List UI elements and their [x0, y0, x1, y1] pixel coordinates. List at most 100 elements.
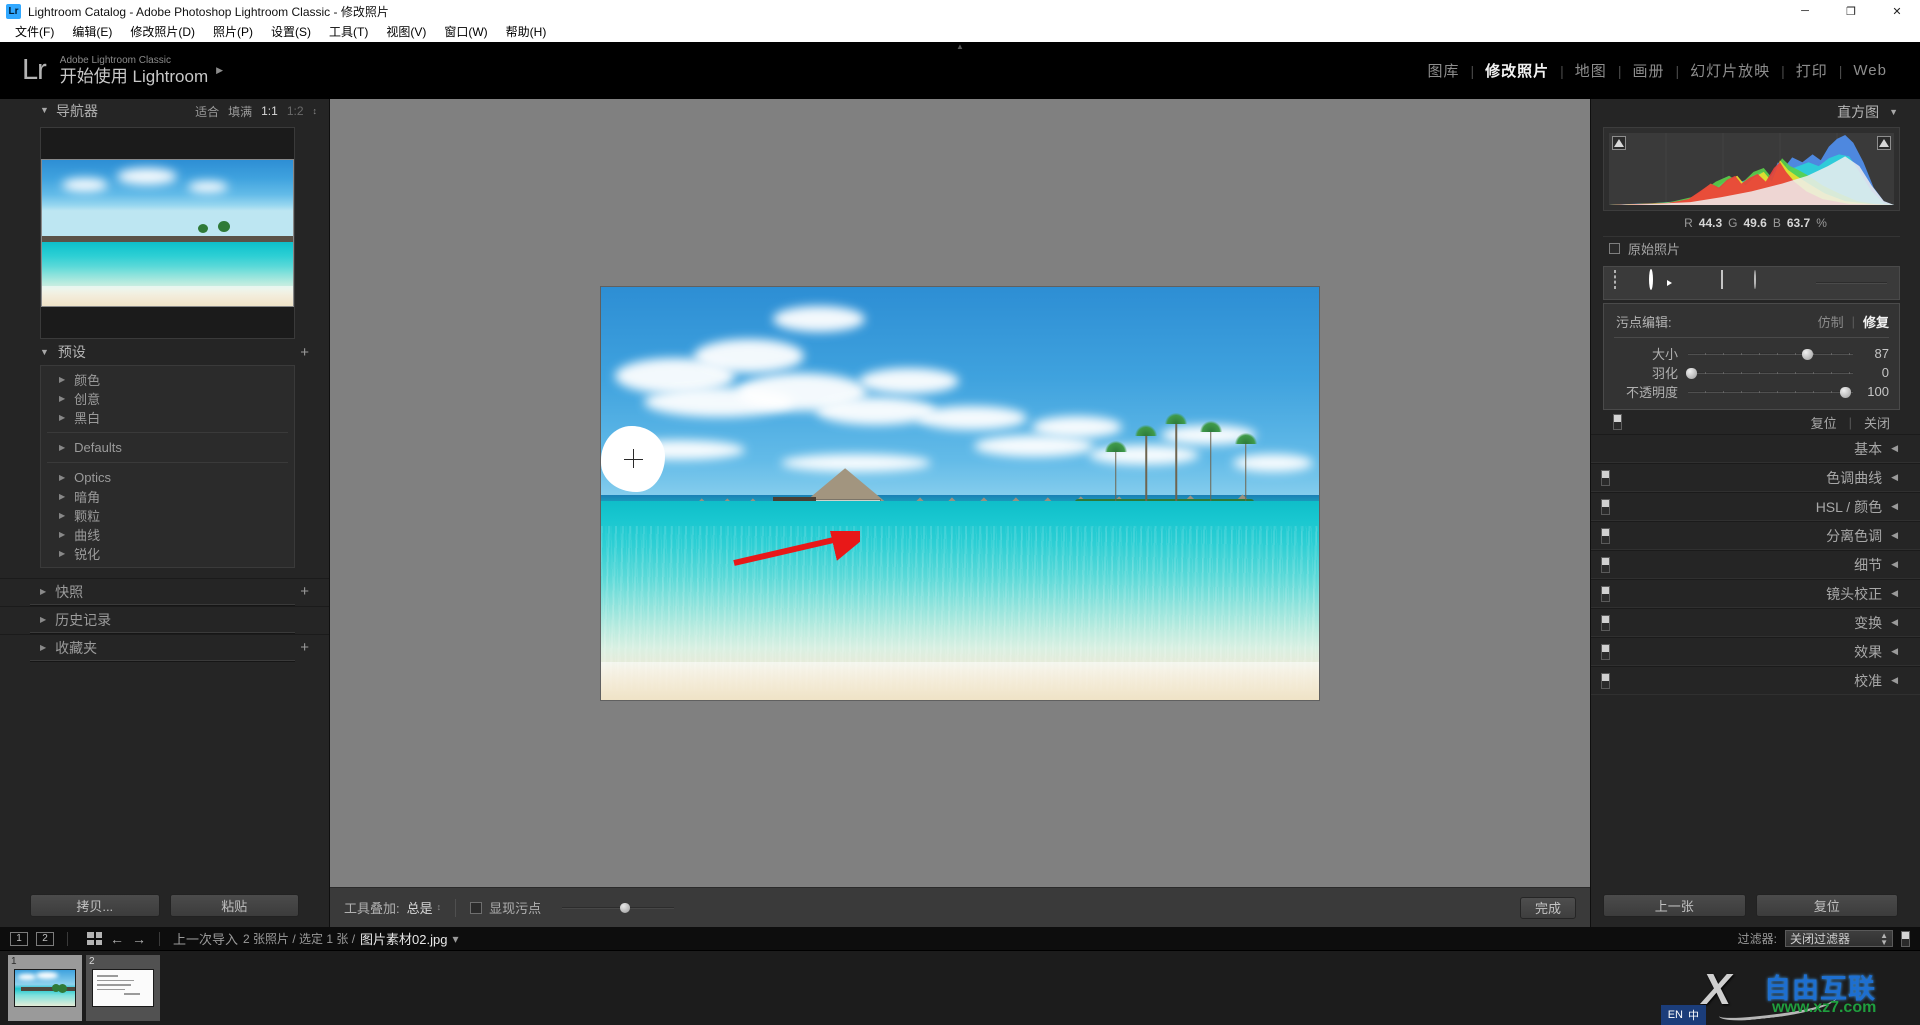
module-tab-3[interactable]: 画册 [1621, 60, 1675, 81]
navigator-mode-0[interactable]: 适合 [195, 103, 219, 120]
slider-track[interactable] [1688, 348, 1853, 360]
close-button[interactable]: ✕ [1874, 0, 1920, 22]
section-enable-switch[interactable] [1601, 614, 1610, 631]
preset-expand-icon[interactable]: ▶ [59, 443, 65, 452]
previous-button[interactable]: 上一张 [1603, 893, 1746, 917]
brush-size-track[interactable] [1816, 282, 1887, 284]
view-mode-1-button[interactable]: 1 [10, 931, 28, 946]
photo-canvas[interactable] [330, 99, 1590, 887]
spot-panel-switch[interactable] [1613, 414, 1622, 430]
preset-group-item[interactable]: ▶ 曲线 [41, 525, 294, 544]
reset-button[interactable]: 复位 [1755, 893, 1898, 917]
section-expand-icon[interactable]: ◀ [1891, 617, 1898, 628]
crop-icon[interactable] [1612, 270, 1636, 295]
module-tab-5[interactable]: 打印 [1785, 60, 1839, 81]
preset-expand-icon[interactable]: ▶ [59, 549, 65, 558]
navigator-header[interactable]: ▼ 导航器 适合 填满 1:1 1:2 ↕ [0, 99, 329, 123]
preset-group-item[interactable]: ▶ 颜色 [41, 370, 294, 389]
navigator-mode-2[interactable]: 1:1 [261, 104, 278, 118]
section-enable-switch[interactable] [1601, 527, 1610, 544]
filmstrip-dropdown-icon[interactable]: ▾ [452, 932, 458, 946]
presets-collapse-icon[interactable]: ▼ [40, 347, 49, 357]
section-enable-switch[interactable] [1601, 556, 1610, 573]
graduated-filter-icon[interactable] [1717, 270, 1741, 295]
menu-item-7[interactable]: 窗口(W) [435, 22, 496, 42]
right-section-6[interactable]: 变换 ◀ [1591, 608, 1920, 637]
menu-item-0[interactable]: 文件(F) [6, 22, 63, 42]
histogram-collapse-icon[interactable]: ▼ [1889, 107, 1898, 117]
original-photo-checkbox[interactable] [1609, 243, 1620, 254]
right-section-2[interactable]: HSL / 颜色 ◀ [1591, 492, 1920, 521]
paste-button[interactable]: 粘贴 [169, 893, 299, 917]
tool-overlay-stepper-icon[interactable]: ↕ [437, 903, 442, 912]
preset-expand-icon[interactable]: ▶ [59, 413, 65, 422]
left-section-2[interactable]: ▶ 收藏夹 + [0, 634, 329, 660]
preset-expand-icon[interactable]: ▶ [59, 492, 65, 501]
module-tab-2[interactable]: 地图 [1564, 60, 1618, 81]
module-tab-0[interactable]: 图库 [1416, 60, 1470, 81]
section-expand-icon[interactable]: ◀ [1891, 559, 1898, 570]
preset-expand-icon[interactable]: ▶ [59, 375, 65, 384]
section-enable-switch[interactable] [1601, 643, 1610, 660]
right-section-7[interactable]: 效果 ◀ [1591, 637, 1920, 666]
section-expand-icon[interactable]: ◀ [1891, 530, 1898, 541]
preset-group-item[interactable]: ▶ 暗角 [41, 487, 294, 506]
spot-reset-button[interactable]: 复位 [1811, 413, 1837, 432]
done-button[interactable]: 完成 [1520, 896, 1576, 919]
filter-select[interactable]: 关闭过滤器 ▲ ▼ [1785, 930, 1893, 947]
right-section-1[interactable]: 色调曲线 ◀ [1591, 463, 1920, 492]
slider-value[interactable]: 87 [1853, 346, 1889, 361]
clone-mode-button[interactable]: 仿制 [1818, 312, 1844, 331]
section-expand-icon[interactable]: ▶ [40, 615, 46, 624]
slider-value[interactable]: 0 [1853, 365, 1889, 380]
histogram-panel[interactable] [1603, 127, 1900, 211]
section-expand-icon[interactable]: ◀ [1891, 443, 1898, 454]
section-expand-icon[interactable]: ▶ [40, 643, 46, 652]
section-add-icon[interactable]: + [300, 639, 309, 656]
view-mode-2-button[interactable]: 2 [36, 931, 54, 946]
navigate-back-icon[interactable]: ← [110, 931, 124, 947]
filter-stepper-icon[interactable]: ▲ ▼ [1880, 931, 1888, 946]
filter-enable-switch[interactable] [1901, 930, 1910, 947]
right-section-3[interactable]: 分离色调 ◀ [1591, 521, 1920, 550]
module-tab-1[interactable]: 修改照片 [1474, 60, 1560, 81]
slider-value[interactable]: 100 [1853, 384, 1889, 399]
menu-item-6[interactable]: 视图(V) [377, 22, 435, 42]
shadow-clipping-indicator[interactable] [1612, 136, 1626, 150]
slider-knob[interactable] [1801, 348, 1813, 360]
radial-filter-icon[interactable] [1752, 270, 1776, 295]
preset-group-item[interactable]: ▶ Optics [41, 468, 294, 487]
menu-item-3[interactable]: 照片(P) [204, 22, 262, 42]
navigator-mode-3[interactable]: 1:2 [287, 104, 304, 118]
section-enable-switch[interactable] [1601, 672, 1610, 689]
menu-item-1[interactable]: 编辑(E) [63, 22, 121, 42]
spot-removal-brush-cursor[interactable] [601, 425, 665, 492]
filmstrip-thumbnail[interactable]: 1 [8, 955, 82, 1021]
spot-removal-icon[interactable] [1647, 269, 1671, 295]
preset-expand-icon[interactable]: ▶ [59, 530, 65, 539]
preset-expand-icon[interactable]: ▶ [59, 394, 65, 403]
navigator-stepper-icon[interactable]: ↕ [313, 106, 318, 115]
preset-group-item[interactable]: ▶ 创意 [41, 389, 294, 408]
heal-mode-button[interactable]: 修复 [1863, 312, 1889, 331]
identity-arrow-icon[interactable]: ▶ [216, 65, 223, 76]
right-section-0[interactable]: 基本 ◀ [1591, 434, 1920, 463]
spot-close-button[interactable]: 关闭 [1864, 413, 1890, 432]
adjustment-brush-icon[interactable] [1787, 271, 1805, 295]
section-enable-switch[interactable] [1601, 469, 1610, 486]
section-expand-icon[interactable]: ▶ [40, 587, 46, 596]
menu-item-8[interactable]: 帮助(H) [497, 22, 556, 42]
section-expand-icon[interactable]: ◀ [1891, 675, 1898, 686]
right-section-8[interactable]: 校准 ◀ [1591, 666, 1920, 695]
section-enable-switch[interactable] [1601, 498, 1610, 515]
filmstrip-source-info[interactable]: 上一次导入 2 张照片 / 选定 1 张 / 图片素材02.jpg ▾ [173, 929, 459, 948]
section-expand-icon[interactable]: ◀ [1891, 501, 1898, 512]
left-section-1[interactable]: ▶ 历史记录 [0, 606, 329, 632]
filmstrip-thumbnail[interactable]: 2 [86, 955, 160, 1021]
minimize-button[interactable]: ─ [1782, 0, 1828, 22]
photo-preview[interactable] [601, 286, 1319, 700]
grid-view-icon[interactable] [87, 932, 102, 945]
preset-group-item[interactable]: ▶ Defaults [41, 438, 294, 457]
show-spots-checkbox[interactable] [470, 901, 483, 914]
highlight-clipping-indicator[interactable] [1877, 136, 1891, 150]
